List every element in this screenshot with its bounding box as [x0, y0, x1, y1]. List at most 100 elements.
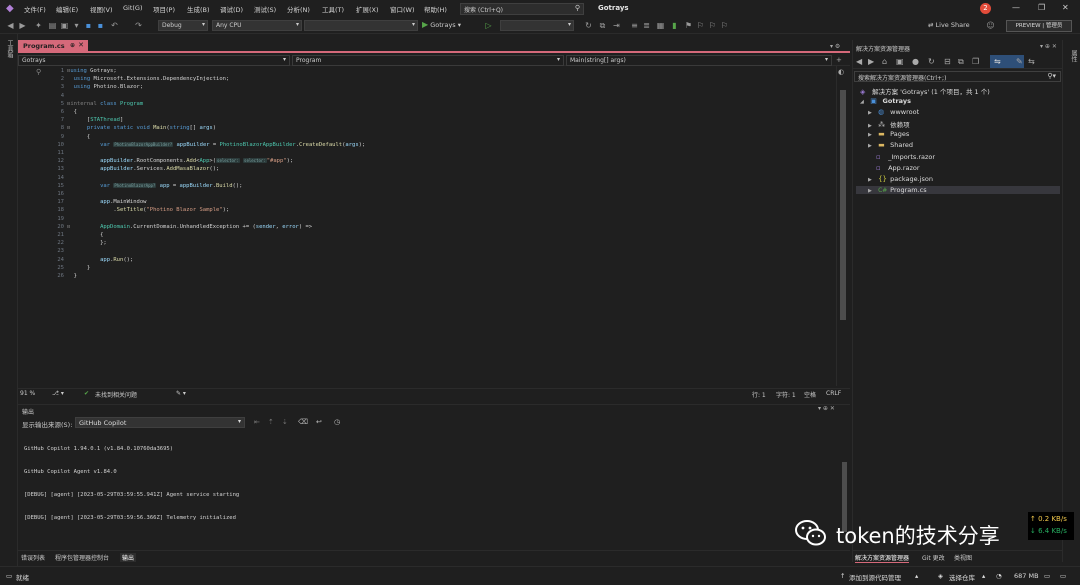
- dropdown-arrow-icon[interactable]: ▾: [72, 21, 81, 30]
- save-icon[interactable]: ▪: [84, 21, 93, 30]
- maximize-icon[interactable]: ❐: [1038, 3, 1045, 12]
- start-without-debug-icon[interactable]: ▷: [484, 21, 493, 30]
- tree-solution[interactable]: ◈ 解决方案 'Gotrays' (1 个项目，共 1 个): [860, 86, 990, 96]
- preview-selected-icon[interactable]: ⇋: [994, 57, 1001, 66]
- menu-analyze[interactable]: 分析(N): [287, 4, 310, 14]
- code-line[interactable]: app.MainWindow: [67, 198, 365, 206]
- forward-icon[interactable]: ▶: [18, 21, 27, 30]
- new-item-icon[interactable]: ✦: [34, 21, 43, 30]
- code-line[interactable]: [67, 149, 365, 157]
- code-line[interactable]: using Microsoft.Extensions.DependencyInj…: [67, 75, 365, 83]
- quick-actions-icon[interactable]: ⚲: [36, 68, 41, 76]
- platform-select[interactable]: Any CPU ▾: [212, 20, 302, 31]
- status-menu-icon[interactable]: ▭: [1060, 572, 1066, 580]
- menu-tools[interactable]: 工具(T): [322, 4, 344, 14]
- switch-views-icon[interactable]: ▣: [896, 57, 904, 66]
- tree-item[interactable]: ▶ {} package.json: [868, 175, 933, 183]
- panel-controls-icon[interactable]: ▾ ⊕ ✕: [1040, 43, 1057, 50]
- code-line[interactable]: {: [67, 231, 365, 239]
- terminal-icon[interactable]: ▭: [1044, 572, 1050, 580]
- code-line[interactable]: using Photino.Blazor;: [67, 83, 365, 91]
- expand-arrow-icon[interactable]: ▶: [868, 123, 876, 129]
- save-all-icon[interactable]: ▪: [96, 21, 105, 30]
- code-line[interactable]: [STAThread]: [67, 116, 365, 124]
- tree-item[interactable]: ▶ ▬ Shared: [868, 141, 913, 149]
- tree-item[interactable]: ▶ ▬ Pages: [868, 130, 909, 138]
- tab-solution-explorer[interactable]: 解决方案资源管理器: [855, 553, 910, 563]
- clock-icon[interactable]: ◷: [334, 418, 340, 426]
- bookmark-prev-icon[interactable]: ⚐: [696, 21, 705, 30]
- code-line[interactable]: [67, 92, 365, 100]
- nav-project-select[interactable]: Gotrays ▾: [18, 55, 290, 66]
- nav-member-select[interactable]: Main(string[] args) ▾: [566, 55, 832, 66]
- menu-edit[interactable]: 编辑(E): [56, 4, 78, 14]
- bookmark-icon[interactable]: ⚑: [684, 21, 693, 30]
- menu-file[interactable]: 文件(F): [24, 4, 46, 14]
- comment-icon[interactable]: ≡: [630, 21, 639, 30]
- code-line[interactable]: app.Run();: [67, 256, 365, 264]
- tab-error-list[interactable]: 错误列表: [21, 553, 45, 562]
- tab-output[interactable]: 输出: [120, 553, 137, 562]
- sync-icon[interactable]: ↻: [928, 57, 935, 66]
- copy-icon[interactable]: ❐: [972, 57, 979, 66]
- menu-project[interactable]: 项目(P): [153, 4, 175, 14]
- tree-item[interactable]: ▶ ⁂ 依赖项: [868, 119, 910, 129]
- scrollbar-thumb[interactable]: [840, 90, 846, 320]
- select-repository[interactable]: 选择仓库: [949, 572, 975, 582]
- code-line[interactable]: ⊟internal class Program: [67, 100, 365, 108]
- close-window-icon[interactable]: ✕: [1062, 3, 1069, 12]
- menu-window[interactable]: 窗口(W): [390, 4, 415, 14]
- menu-view[interactable]: 视图(V): [90, 4, 113, 14]
- preview-admin-badge[interactable]: PREVIEW | 管理员: [1006, 20, 1072, 32]
- code-line[interactable]: [67, 247, 365, 255]
- open-folder-icon[interactable]: ▣: [60, 21, 69, 30]
- add-source-control[interactable]: 添加到源代码管理: [849, 572, 901, 582]
- code-line[interactable]: {: [67, 108, 365, 116]
- home-icon[interactable]: ⌂: [882, 57, 887, 66]
- indent-mode[interactable]: 空格: [804, 390, 816, 399]
- tree-item-selected[interactable]: ▶ C# Program.cs: [856, 186, 1060, 194]
- tree-project[interactable]: ◢ ▣ Gotrays: [860, 97, 911, 105]
- tab-package-manager-console[interactable]: 程序包管理器控制台: [55, 553, 109, 562]
- expand-arrow-icon[interactable]: ▶: [868, 143, 876, 149]
- code-line[interactable]: }: [67, 264, 365, 272]
- uncomment-icon[interactable]: ≣: [642, 21, 651, 30]
- debug-target-select[interactable]: ▾: [500, 20, 574, 31]
- menu-test[interactable]: 测试(S): [254, 4, 276, 14]
- forward-icon[interactable]: ▶: [868, 57, 874, 66]
- expand-arrow-icon[interactable]: ▶: [868, 188, 876, 194]
- output-log[interactable]: GitHub Copilot 1.94.0.1 (v1.84.0.10760da…: [24, 431, 836, 543]
- notifications-icon[interactable]: ◔: [996, 572, 1002, 580]
- chart-icon[interactable]: ▮: [670, 21, 679, 30]
- global-search-input[interactable]: 搜索 (Ctrl+Q) ⚲: [460, 3, 584, 15]
- output-source-select[interactable]: GitHub Copilot ▾: [75, 417, 245, 428]
- code-line[interactable]: appBuilder.Services.AddMasaBlazor();: [67, 165, 365, 173]
- menu-debug[interactable]: 调试(D): [220, 4, 243, 14]
- menu-build[interactable]: 生成(B): [187, 4, 210, 14]
- line-ending[interactable]: CRLF: [826, 390, 841, 397]
- code-line[interactable]: }: [67, 272, 365, 280]
- clear-all-icon[interactable]: ⌫: [298, 418, 308, 426]
- startup-item-select[interactable]: ▾: [304, 20, 418, 31]
- format-icon[interactable]: ▦: [656, 21, 665, 30]
- menu-git[interactable]: Git(G): [123, 4, 143, 12]
- next-message-icon[interactable]: ⇣: [282, 418, 288, 426]
- code-line[interactable]: .SetTitle("Photino Blazor Sample");: [67, 206, 365, 214]
- tab-program-cs[interactable]: Program.cs ⊕ ✕: [18, 40, 88, 53]
- code-line[interactable]: ⊟ AppDomain.CurrentDomain.UnhandledExcep…: [67, 223, 365, 231]
- tree-item[interactable]: ▶ ◍ wwwroot: [868, 108, 919, 116]
- undo-icon[interactable]: ↶: [110, 21, 119, 30]
- bookmark-next-icon[interactable]: ⚐: [708, 21, 717, 30]
- close-icon[interactable]: ✕: [78, 41, 84, 49]
- code-line[interactable]: };: [67, 239, 365, 247]
- properties-tab[interactable]: 属性: [1069, 50, 1078, 62]
- split-editor-icon[interactable]: +: [836, 56, 842, 64]
- expand-arrow-icon[interactable]: ▶: [868, 110, 876, 116]
- word-wrap-icon[interactable]: ↩: [316, 418, 322, 426]
- code-line[interactable]: [67, 190, 365, 198]
- step-icon[interactable]: ⇥: [612, 21, 621, 30]
- tab-overflow-icon[interactable]: ▾ ⚙: [830, 43, 840, 50]
- output-panel-controls-icon[interactable]: ▾ ⊕ ✕: [818, 405, 835, 412]
- issues-status[interactable]: 未找到相关问题: [95, 390, 137, 399]
- back-icon[interactable]: ◀: [856, 57, 862, 66]
